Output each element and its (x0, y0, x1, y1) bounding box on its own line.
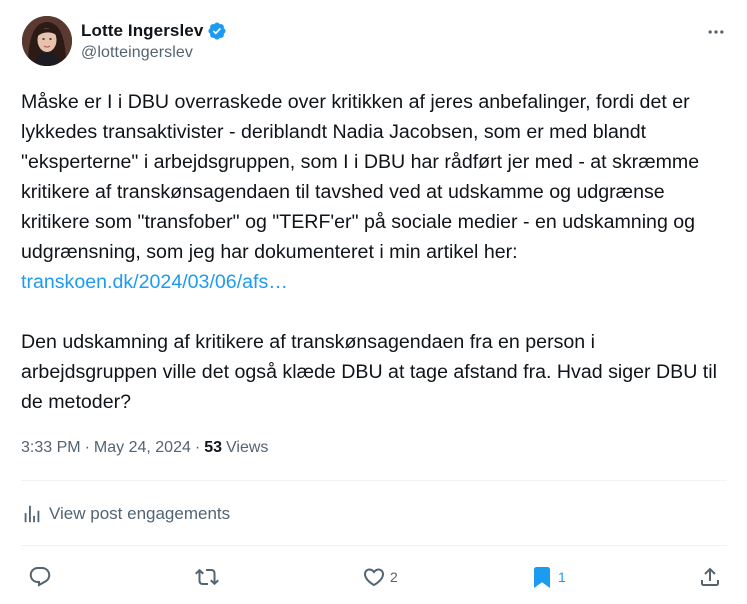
post-paragraph-1-text: Måske er I i DBU overraskede over kritik… (21, 91, 700, 263)
like-count: 2 (390, 569, 398, 585)
post-paragraph-2: Den udskamning af kritikere af transkøns… (21, 331, 717, 413)
post-paragraph-1: Måske er I i DBU overraskede over kritik… (21, 87, 731, 297)
post-time[interactable]: 3:33 PM (21, 437, 81, 459)
like-button[interactable]: 2 (362, 560, 398, 594)
reply-button[interactable] (28, 560, 52, 594)
verified-badge-icon[interactable] (207, 21, 227, 41)
analytics-icon (24, 505, 40, 523)
share-icon (701, 567, 719, 586)
bookmark-button[interactable]: 1 (530, 560, 566, 594)
post-date[interactable]: May 24, 2024 (94, 437, 191, 459)
post-header: Lotte Ingerslev @lotteingerslev (22, 16, 732, 68)
post-link[interactable]: transkoen.dk/2024/03/06/afs… (21, 271, 288, 293)
user-avatar[interactable] (22, 16, 72, 66)
user-handle[interactable]: @lotteingerslev (81, 44, 227, 62)
bookmark-count: 1 (558, 569, 566, 585)
avatar-image (22, 16, 72, 66)
views-count: 53 (204, 439, 222, 456)
divider (21, 480, 727, 481)
meta-separator: · (194, 439, 201, 456)
views-label: Views (226, 439, 269, 456)
post-text: Måske er I i DBU overraskede over kritik… (21, 87, 731, 417)
more-options-icon[interactable] (704, 20, 728, 44)
share-button[interactable] (698, 560, 722, 594)
heart-icon (363, 568, 385, 587)
action-bar: 2 1 (0, 560, 747, 594)
meta-separator: · (84, 439, 90, 456)
bookmark-icon (534, 567, 550, 588)
user-info: Lotte Ingerslev @lotteingerslev (81, 20, 227, 62)
view-engagements-button[interactable]: View post engagements (21, 502, 230, 526)
repost-icon (195, 568, 219, 586)
repost-button[interactable] (195, 560, 219, 594)
post-meta: 3:33 PM · May 24, 2024 · 53 Views (21, 437, 268, 459)
divider (21, 545, 727, 546)
view-engagements-label: View post engagements (49, 504, 231, 523)
display-name[interactable]: Lotte Ingerslev (81, 21, 203, 41)
post: Lotte Ingerslev @lotteingerslev Måske er… (0, 0, 747, 604)
name-row: Lotte Ingerslev (81, 20, 227, 42)
reply-icon (29, 567, 51, 587)
